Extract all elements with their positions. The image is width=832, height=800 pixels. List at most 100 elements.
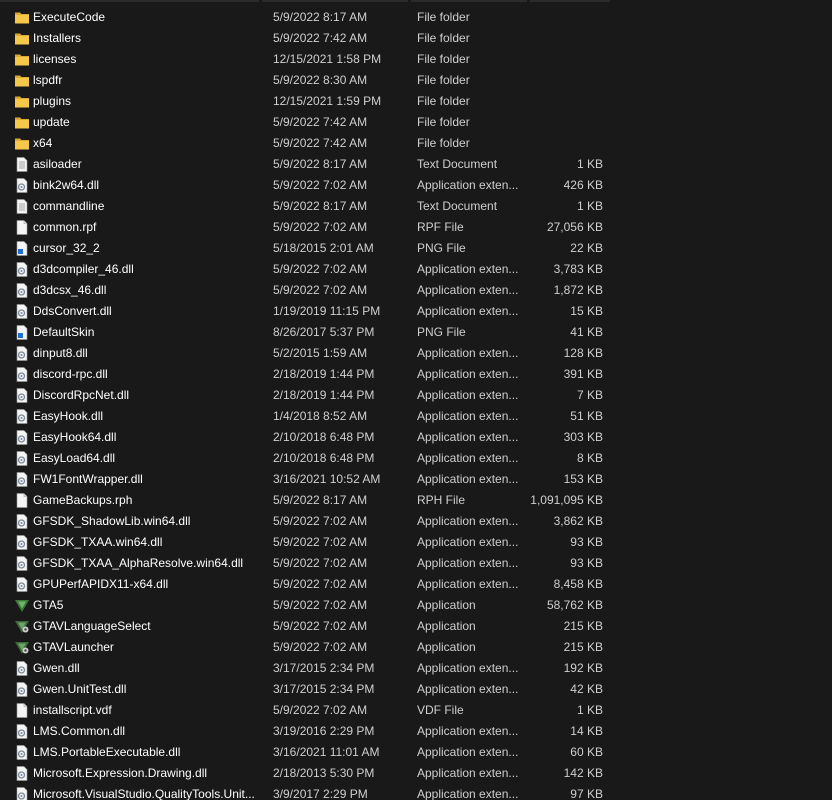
file-row[interactable]: DiscordRpcNet.dll 2/18/2019 1:44 PM Applic…: [0, 385, 620, 406]
file-name: plugins: [33, 94, 72, 108]
file-type: File folder: [417, 136, 470, 150]
file-row[interactable]: LMS.PortableExecutable.dll 3/16/2021 11:0…: [0, 742, 620, 763]
text-document-icon: [14, 199, 30, 214]
file-row[interactable]: GFSDK_TXAA_AlphaResolve.win64.dll 5/9/202…: [0, 553, 620, 574]
file-row[interactable]: GTAVLauncher 5/9/2022 7:02 AM Application 2…: [0, 637, 620, 658]
file-date-modified: 5/9/2022 7:42 AM: [273, 31, 368, 45]
file-name: EasyHook.dll: [33, 409, 104, 423]
file-row[interactable]: Installers 5/9/2022 7:42 AM File folder: [0, 28, 620, 49]
file-type: File folder: [417, 115, 470, 129]
file-date-modified: 1/4/2018 8:52 AM: [273, 409, 368, 423]
file-type: Application exten...: [417, 514, 519, 528]
file-row[interactable]: plugins 12/15/2021 1:59 PM File folder: [0, 91, 620, 112]
file-row[interactable]: GameBackups.rph 5/9/2022 8:17 AM RPH File 1…: [0, 490, 620, 511]
file-name: GFSDK_ShadowLib.win64.dll: [33, 514, 191, 528]
file-name: ExecuteCode: [33, 10, 106, 24]
file-size: 128 KB: [563, 346, 603, 360]
file-row[interactable]: Gwen.UnitTest.dll 3/17/2015 2:34 PM Applic…: [0, 679, 620, 700]
file-row[interactable]: GFSDK_ShadowLib.win64.dll 5/9/2022 7:02 A…: [0, 511, 620, 532]
file-type: Application exten...: [417, 682, 519, 696]
dll-file-icon: [14, 367, 30, 382]
file-row[interactable]: d3dcsx_46.dll 5/9/2022 7:02 AM Application…: [0, 280, 620, 301]
file-type: PNG File: [417, 325, 466, 339]
file-size: 7 KB: [576, 388, 603, 402]
dll-file-icon: [14, 409, 30, 424]
file-type: Application exten...: [417, 262, 519, 276]
file-type: File folder: [417, 31, 470, 45]
file-type: Application exten...: [417, 304, 519, 318]
file-name: x64: [33, 136, 53, 150]
file-date-modified: 5/9/2022 8:30 AM: [273, 73, 368, 87]
file-date-modified: 5/9/2022 7:02 AM: [273, 220, 368, 234]
file-type: Application exten...: [417, 724, 519, 738]
dll-file-icon: [14, 430, 30, 445]
file-size: 3,783 KB: [553, 262, 603, 276]
file-row[interactable]: EasyHook64.dll 2/10/2018 6:48 PM Applicati…: [0, 427, 620, 448]
file-row[interactable]: update 5/9/2022 7:42 AM File folder: [0, 112, 620, 133]
dll-file-icon: [14, 451, 30, 466]
file-row[interactable]: FW1FontWrapper.dll 3/16/2021 10:52 AM Appl…: [0, 469, 620, 490]
file-row[interactable]: EasyLoad64.dll 2/10/2018 6:48 PM Applicati…: [0, 448, 620, 469]
file-date-modified: 3/19/2016 2:29 PM: [273, 724, 375, 738]
file-row[interactable]: DdsConvert.dll 1/19/2019 11:15 PM Applicat…: [0, 301, 620, 322]
file-row[interactable]: installscript.vdf 5/9/2022 7:02 AM VDF Fil…: [0, 700, 620, 721]
folder-icon: [14, 115, 30, 130]
folder-icon: [14, 52, 30, 67]
dll-file-icon: [14, 682, 30, 697]
file-row[interactable]: lspdfr 5/9/2022 8:30 AM File folder: [0, 70, 620, 91]
file-date-modified: 8/26/2017 5:37 PM: [273, 325, 375, 339]
file-date-modified: 5/9/2022 7:02 AM: [273, 514, 368, 528]
file-type: PNG File: [417, 241, 466, 255]
file-row[interactable]: common.rpf 5/9/2022 7:02 AM RPF File 27,056…: [0, 217, 620, 238]
file-date-modified: 3/16/2021 10:52 AM: [273, 472, 381, 486]
file-row[interactable]: commandline 5/9/2022 8:17 AM Text Document…: [0, 196, 620, 217]
file-list[interactable]: ExecuteCode 5/9/2022 8:17 AM File folder In…: [0, 0, 832, 800]
file-row[interactable]: DefaultSkin 8/26/2017 5:37 PM PNG File 41 K…: [0, 322, 620, 343]
file-row[interactable]: GTA5 5/9/2022 7:02 AM Application 58,762 KB: [0, 595, 620, 616]
gta-gear-app-icon: [14, 640, 30, 655]
file-name: Gwen.dll: [33, 661, 80, 675]
file-name: GPUPerfAPIDX11-x64.dll: [33, 577, 169, 591]
file-name: DiscordRpcNet.dll: [33, 388, 130, 402]
file-name: GTAVLauncher: [33, 640, 114, 654]
folder-icon: [14, 73, 30, 88]
file-date-modified: 5/9/2022 8:17 AM: [273, 10, 368, 24]
dll-file-icon: [14, 388, 30, 403]
file-name: licenses: [33, 52, 77, 66]
file-row[interactable]: bink2w64.dll 5/9/2022 7:02 AM Application …: [0, 175, 620, 196]
file-name: GTAVLanguageSelect: [33, 619, 151, 633]
file-row[interactable]: Microsoft.Expression.Drawing.dll 2/18/201…: [0, 763, 620, 784]
dll-file-icon: [14, 766, 30, 781]
file-row[interactable]: cursor_32_2 5/18/2015 2:01 AM PNG File 22 K…: [0, 238, 620, 259]
file-type: Application exten...: [417, 367, 519, 381]
file-row[interactable]: GFSDK_TXAA.win64.dll 5/9/2022 7:02 AM Appl…: [0, 532, 620, 553]
dll-file-icon: [14, 724, 30, 739]
file-row[interactable]: dinput8.dll 5/2/2015 1:59 AM Application e…: [0, 343, 620, 364]
file-row[interactable]: x64 5/9/2022 7:42 AM File folder: [0, 133, 620, 154]
file-row[interactable]: d3dcompiler_46.dll 5/9/2022 7:02 AM Applic…: [0, 259, 620, 280]
file-row[interactable]: asiloader 5/9/2022 8:17 AM Text Document 1 …: [0, 154, 620, 175]
file-row[interactable]: GTAVLanguageSelect 5/9/2022 7:02 AM Applic…: [0, 616, 620, 637]
file-name: bink2w64.dll: [33, 178, 100, 192]
file-row[interactable]: EasyHook.dll 1/4/2018 8:52 AM Application …: [0, 406, 620, 427]
file-row[interactable]: discord-rpc.dll 2/18/2019 1:44 PM Applicat…: [0, 364, 620, 385]
column-header-strip: [0, 0, 832, 2]
dll-file-icon: [14, 304, 30, 319]
file-type: File folder: [417, 94, 470, 108]
file-date-modified: 1/19/2019 11:15 PM: [273, 304, 381, 318]
file-type: File folder: [417, 10, 470, 24]
file-date-modified: 12/15/2021 1:58 PM: [273, 52, 382, 66]
file-date-modified: 5/18/2015 2:01 AM: [273, 241, 374, 255]
file-row[interactable]: LMS.Common.dll 3/19/2016 2:29 PM Applicati…: [0, 721, 620, 742]
file-type: Application exten...: [417, 577, 519, 591]
file-row[interactable]: licenses 12/15/2021 1:58 PM File folder: [0, 49, 620, 70]
file-row[interactable]: Microsoft.VisualStudio.QualityTools.Unit…: [0, 784, 620, 800]
file-date-modified: 2/18/2019 1:44 PM: [273, 367, 375, 381]
file-type: Application exten...: [417, 409, 519, 423]
file-type: Text Document: [417, 157, 498, 171]
file-row[interactable]: Gwen.dll 3/17/2015 2:34 PM Application ext…: [0, 658, 620, 679]
file-row[interactable]: ExecuteCode 5/9/2022 8:17 AM File folder: [0, 7, 620, 28]
file-date-modified: 3/16/2021 11:01 AM: [273, 745, 380, 759]
file-type: RPH File: [417, 493, 466, 507]
file-row[interactable]: GPUPerfAPIDX11-x64.dll 5/9/2022 7:02 AM Ap…: [0, 574, 620, 595]
